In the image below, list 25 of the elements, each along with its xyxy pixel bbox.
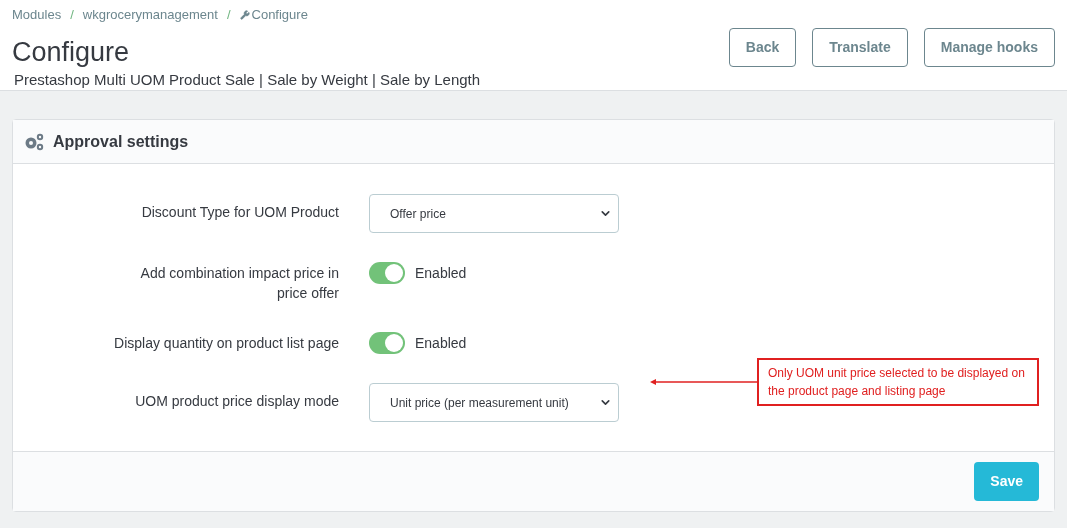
toggle-switch[interactable]	[369, 262, 405, 284]
header-button[interactable]: Manage hooks	[923, 28, 1055, 67]
toggle-switch[interactable]	[369, 332, 405, 354]
header-button[interactable]: Back	[728, 28, 797, 67]
dropdown[interactable]: Unit price (per measurement unit)	[369, 383, 619, 422]
header-button[interactable]: Translate	[812, 28, 908, 67]
toggle-label: Enabled	[415, 333, 467, 353]
panel-title: Approval settings	[53, 131, 189, 152]
page-title: Configure	[12, 35, 131, 69]
field-label: Display quantity on product list page	[113, 334, 339, 353]
breadcrumb-separator: /	[70, 6, 74, 24]
gears-icon	[23, 131, 45, 152]
field-label: Discount Type for UOM Product	[140, 203, 339, 222]
breadcrumb-current: Configure	[251, 6, 308, 24]
breadcrumb-link[interactable]: Modules	[12, 5, 62, 25]
breadcrumb-link[interactable]: wkgrocerymanagement	[82, 5, 218, 25]
save-button[interactable]: Save	[974, 462, 1039, 501]
dropdown[interactable]: Offer price	[369, 194, 619, 233]
field-label: UOM product price display mode	[134, 392, 339, 411]
wrench-icon	[239, 9, 250, 20]
annotation-note: Only UOM unit price selected to be displayed on the product page and listing page	[757, 358, 1039, 406]
page-subtitle: Prestashop Multi UOM Product Sale | Sale by Weight | Sale by Length	[14, 69, 481, 90]
breadcrumb-separator: /	[226, 6, 231, 24]
field-label: Add combination impact price in price offer	[139, 264, 339, 303]
toggle-label: Enabled	[415, 263, 467, 283]
